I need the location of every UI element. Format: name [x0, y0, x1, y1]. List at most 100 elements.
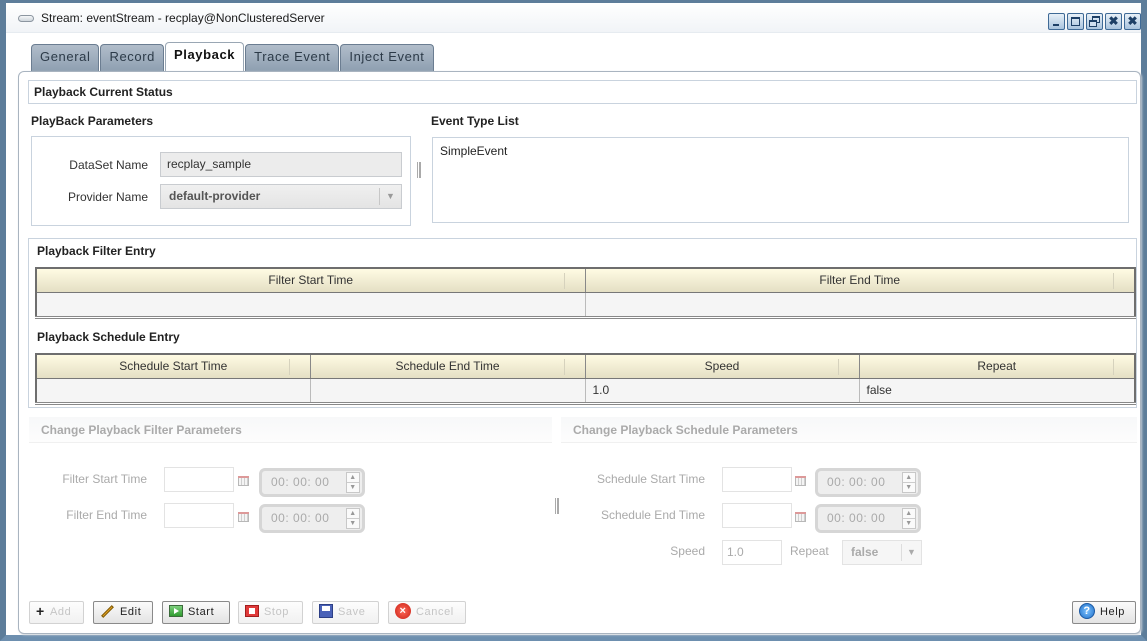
column-header[interactable]: Filter Start Time: [36, 268, 586, 293]
schedule-start-time-label: Schedule Start Time: [596, 472, 705, 486]
chevron-down-icon: ▼: [901, 544, 921, 561]
spin-down-icon[interactable]: ▼: [903, 483, 915, 493]
playback-parameters-box: DataSet Name recplay_sample Provider Nam…: [31, 136, 411, 226]
spin-down-icon[interactable]: ▼: [347, 519, 359, 529]
table-cell: 1.0: [585, 378, 860, 405]
filter-start-time-spinner[interactable]: 00: 00: 00 ▲ ▼: [259, 468, 365, 497]
tab-playback[interactable]: Playback: [164, 42, 245, 71]
stop-button[interactable]: Stop: [238, 601, 303, 624]
play-icon: [169, 605, 183, 618]
provider-name-value: default-provider: [169, 189, 261, 203]
save-disk-icon: [319, 604, 333, 619]
table-cell: [36, 378, 311, 405]
provider-name-label: Provider Name: [67, 190, 148, 204]
schedule-entry-table: Schedule Start Time Schedule End Time Sp…: [35, 353, 1136, 405]
title-bar[interactable]: Stream: eventStream - recplay@NonCluster…: [6, 3, 1141, 33]
change-schedule-heading: Change Playback Schedule Parameters: [561, 417, 1137, 443]
table-cell: [310, 378, 586, 405]
schedule-start-time-spinner[interactable]: 00: 00: 00 ▲ ▼: [815, 468, 921, 497]
window-controls: ✖ ✖: [1048, 13, 1141, 30]
table-cell: [585, 292, 1136, 319]
schedule-entry-heading: Playback Schedule Entry: [37, 330, 180, 344]
help-button[interactable]: ? Help: [1072, 601, 1136, 624]
table-header-row: Schedule Start Time Schedule End Time Sp…: [36, 354, 1136, 379]
playback-parameters-heading: PlayBack Parameters: [31, 114, 154, 128]
spin-up-icon[interactable]: ▲: [347, 509, 359, 519]
speed-input[interactable]: 1.0: [722, 540, 782, 565]
close-icon: ✖: [1127, 14, 1138, 28]
tab-bar: General Record Playback Trace Event Inje…: [31, 42, 434, 71]
column-header[interactable]: Schedule End Time: [310, 354, 586, 379]
filter-end-time-label: Filter End Time: [66, 508, 147, 522]
calendar-icon[interactable]: [238, 512, 249, 522]
playback-panel: Playback Current Status PlayBack Paramet…: [18, 71, 1141, 634]
minimize-button[interactable]: [1048, 13, 1065, 30]
schedule-end-time-spinner[interactable]: 00: 00: 00 ▲ ▼: [815, 504, 921, 533]
save-button[interactable]: Save: [312, 601, 379, 624]
tab-general[interactable]: General: [31, 44, 100, 71]
event-type-list: SimpleEvent: [432, 137, 1129, 223]
event-type-list-heading: Event Type List: [431, 114, 519, 128]
restore-button[interactable]: [1086, 13, 1103, 30]
close-button[interactable]: ✖: [1124, 13, 1141, 30]
filter-end-time-spinner[interactable]: 00: 00: 00 ▲ ▼: [259, 504, 365, 533]
table-row[interactable]: 1.0 false: [36, 378, 1136, 405]
stream-window: Stream: eventStream - recplay@NonCluster…: [0, 3, 1147, 641]
column-header[interactable]: Filter End Time: [585, 268, 1136, 293]
window-title: Stream: eventStream - recplay@NonCluster…: [41, 11, 325, 25]
filter-start-time-label: Filter Start Time: [62, 472, 147, 486]
spin-up-icon[interactable]: ▲: [347, 473, 359, 483]
chevron-down-icon: ▼: [379, 188, 401, 205]
detach-button[interactable]: ✖: [1105, 13, 1122, 30]
spin-up-icon[interactable]: ▲: [903, 473, 915, 483]
calendar-icon[interactable]: [238, 476, 249, 486]
add-button[interactable]: + Add: [29, 601, 84, 624]
cancel-icon: ×: [395, 603, 411, 620]
maximize-icon: [1071, 17, 1080, 26]
tab-inject-event[interactable]: Inject Event: [340, 44, 434, 71]
provider-name-select[interactable]: default-provider ▼: [160, 184, 402, 209]
filter-start-date-input[interactable]: [164, 467, 234, 492]
table-cell: false: [859, 378, 1136, 405]
splitter-handle[interactable]: [555, 498, 559, 514]
playback-current-status: Playback Current Status: [28, 80, 1137, 104]
dataset-name-label: DataSet Name: [69, 158, 148, 172]
tab-trace-event[interactable]: Trace Event: [245, 44, 340, 71]
column-header[interactable]: Speed: [585, 354, 860, 379]
spin-up-icon[interactable]: ▲: [903, 509, 915, 519]
table-cell: [36, 292, 586, 319]
filter-end-date-input[interactable]: [164, 503, 234, 528]
entry-tables-box: Playback Filter Entry Filter Start Time …: [28, 238, 1137, 408]
change-filter-heading: Change Playback Filter Parameters: [29, 417, 552, 443]
calendar-icon[interactable]: [795, 512, 806, 522]
schedule-start-date-input[interactable]: [722, 467, 792, 492]
table-row[interactable]: [36, 292, 1136, 319]
minimize-icon: [1053, 24, 1059, 26]
edit-button[interactable]: Edit: [93, 601, 153, 624]
spin-down-icon[interactable]: ▼: [347, 483, 359, 493]
dataset-name-field[interactable]: recplay_sample: [160, 152, 402, 177]
pencil-icon: [101, 604, 114, 618]
speed-label: Speed: [670, 544, 705, 558]
stop-icon: [245, 605, 259, 618]
start-button[interactable]: Start: [162, 601, 230, 624]
table-header-row: Filter Start Time Filter End Time: [36, 268, 1136, 293]
cancel-button[interactable]: × Cancel: [388, 601, 466, 624]
calendar-icon[interactable]: [795, 476, 806, 486]
schedule-end-time-label: Schedule End Time: [600, 508, 705, 522]
help-icon: ?: [1079, 603, 1095, 620]
schedule-end-date-input[interactable]: [722, 503, 792, 528]
column-header[interactable]: Schedule Start Time: [36, 354, 311, 379]
repeat-select[interactable]: false ▼: [842, 540, 922, 565]
detach-close-icon: ✖: [1108, 14, 1119, 28]
column-header[interactable]: Repeat: [859, 354, 1136, 379]
splitter-handle[interactable]: [417, 162, 421, 178]
stream-icon: [18, 15, 34, 22]
repeat-value: false: [851, 545, 879, 559]
spin-down-icon[interactable]: ▼: [903, 519, 915, 529]
filter-entry-table: Filter Start Time Filter End Time: [35, 267, 1136, 319]
repeat-label: Repeat: [790, 544, 829, 558]
maximize-button[interactable]: [1067, 13, 1084, 30]
list-item[interactable]: SimpleEvent: [440, 144, 1121, 158]
tab-record[interactable]: Record: [100, 44, 164, 71]
